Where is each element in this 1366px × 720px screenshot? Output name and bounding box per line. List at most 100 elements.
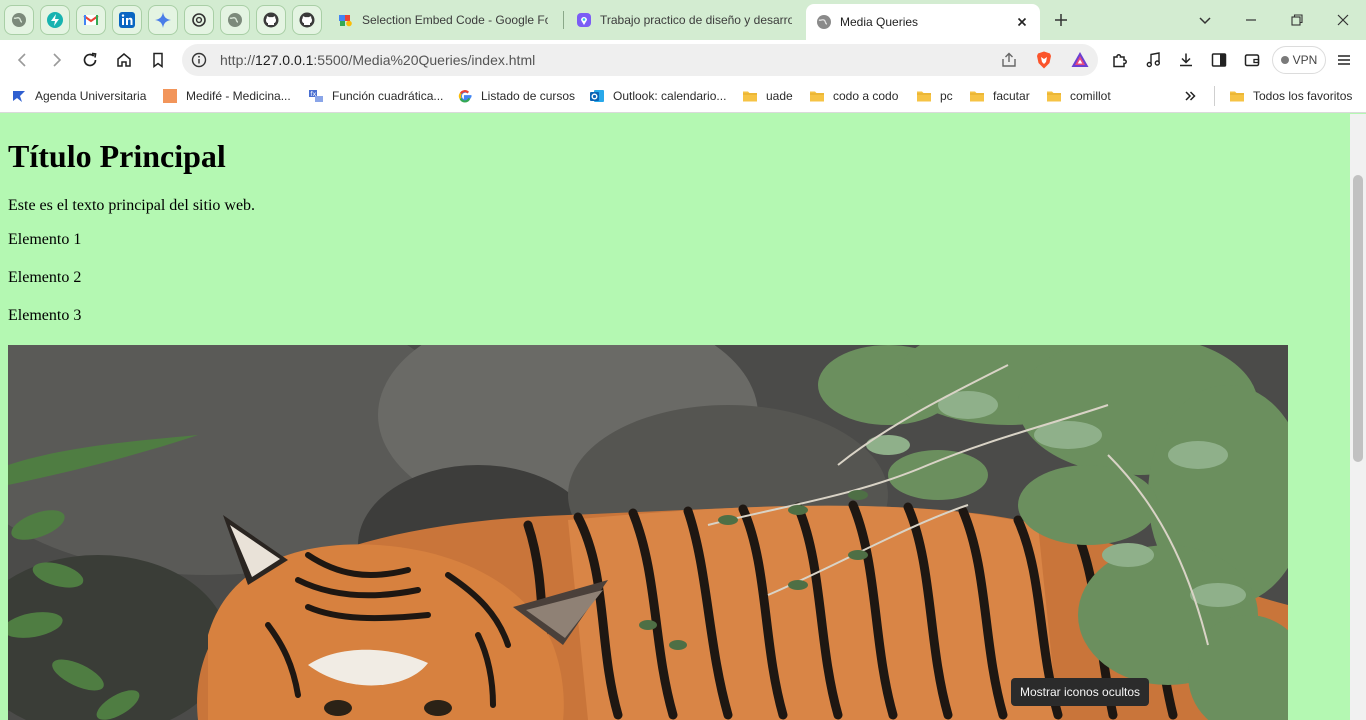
brave-rewards-icon[interactable] xyxy=(1070,50,1090,70)
pinned-tab-2[interactable] xyxy=(40,5,70,35)
bookmark-funcion-cuadratica[interactable]: fx Función cuadrática... xyxy=(308,86,443,106)
tab-media-queries[interactable]: Media Queries xyxy=(806,4,1040,40)
more-bookmarks-button[interactable] xyxy=(1180,86,1200,106)
puzzle-icon xyxy=(1113,54,1127,68)
close-icon xyxy=(1337,14,1349,26)
page-scrollbar[interactable] xyxy=(1350,114,1366,720)
sparkle-icon xyxy=(155,12,171,28)
gmail-icon xyxy=(83,15,99,25)
close-tab-icon[interactable] xyxy=(1014,14,1030,30)
pinned-tab-gemini[interactable] xyxy=(148,5,178,35)
github-icon xyxy=(263,12,279,28)
tab-trabajo-practico[interactable]: Trabajo practico de diseño y desarrollo xyxy=(566,5,802,35)
bookmarks-bar: Agenda Universitaria Medifé - Medicina..… xyxy=(0,80,1366,113)
scrollbar-thumb[interactable] xyxy=(1353,175,1363,462)
browser-toolbar: http://127.0.0.1:5500/Media%20Queries/in… xyxy=(0,40,1366,80)
url-path: :5500/Media%20Queries/index.html xyxy=(313,52,536,68)
medife-icon xyxy=(163,89,177,103)
vpn-button[interactable]: VPN xyxy=(1272,46,1326,74)
bookmark-label: comillot xyxy=(1070,89,1111,103)
bookmark-label: codo a codo xyxy=(833,89,899,103)
globe-icon xyxy=(817,15,831,29)
intro-text: Este es el texto principal del sitio web… xyxy=(8,197,256,214)
bookmark-icon xyxy=(153,52,163,68)
forward-button[interactable] xyxy=(44,48,68,72)
extensions-button[interactable] xyxy=(1108,48,1132,72)
list-item-3: Elemento 3 xyxy=(8,307,82,324)
folder-icon xyxy=(743,91,757,102)
pinned-tab-linkedin[interactable] xyxy=(112,5,142,35)
outlook-icon xyxy=(590,90,604,102)
page-title: Título Principal xyxy=(8,138,226,174)
sidebar-button[interactable] xyxy=(1207,48,1231,72)
bookmark-folder-codo-a-codo[interactable]: codo a codo xyxy=(809,86,898,106)
pinned-tab-gmail[interactable] xyxy=(76,5,106,35)
reload-icon xyxy=(83,52,97,67)
linkedin-icon xyxy=(119,12,135,28)
bookmark-folder-comillot[interactable]: comillot xyxy=(1046,86,1111,106)
tiger-image xyxy=(8,345,1288,720)
arrow-left-icon xyxy=(17,53,26,67)
folder-icon xyxy=(1230,91,1244,102)
bookmark-agenda-universitaria[interactable]: Agenda Universitaria xyxy=(11,86,146,106)
svg-text:fx: fx xyxy=(310,90,316,98)
tab-divider xyxy=(563,11,564,29)
home-button[interactable] xyxy=(112,48,136,72)
url-text[interactable]: http://127.0.0.1:5500/Media%20Queries/in… xyxy=(220,52,535,68)
google-fonts-icon xyxy=(339,15,352,27)
pinned-tab-7[interactable] xyxy=(220,5,250,35)
pinned-tab-github-1[interactable] xyxy=(256,5,286,35)
tab-search-button[interactable] xyxy=(1193,8,1217,32)
bookmark-folder-facutar[interactable]: facutar xyxy=(969,86,1030,106)
plus-icon xyxy=(1055,14,1067,26)
restore-icon xyxy=(1291,14,1303,26)
double-chevron-right-icon xyxy=(1185,91,1196,101)
folder-icon xyxy=(1047,91,1061,102)
site-info-icon[interactable] xyxy=(191,52,207,68)
bookmark-label: Listado de cursos xyxy=(481,89,576,103)
tiger-photo xyxy=(8,345,1288,720)
bookmark-folder-all-favorites[interactable]: Todos los favoritos xyxy=(1229,86,1352,106)
pinned-tab-github-2[interactable] xyxy=(292,5,322,35)
pinned-tab-chatgpt[interactable] xyxy=(184,5,214,35)
bookmark-button[interactable] xyxy=(146,48,170,72)
openai-icon xyxy=(192,13,206,27)
close-window-button[interactable] xyxy=(1331,8,1355,32)
wallet-button[interactable] xyxy=(1240,48,1264,72)
wallet-icon xyxy=(1244,54,1260,67)
chevron-down-icon xyxy=(1199,17,1211,25)
tooltip: Mostrar iconos ocultos xyxy=(1011,678,1150,706)
tab-strip: Selection Embed Code - Google Fonts Trab… xyxy=(0,0,1366,40)
list-item-2: Elemento 2 xyxy=(8,269,82,286)
back-button[interactable] xyxy=(11,48,35,72)
bookmark-label: Todos los favoritos xyxy=(1253,89,1353,103)
bookmark-medife[interactable]: Medifé - Medicina... xyxy=(162,86,291,106)
vpn-status-dot xyxy=(1280,56,1289,64)
url-scheme: http:// xyxy=(220,52,256,68)
new-tab-button[interactable] xyxy=(1049,8,1073,32)
brave-shields-icon[interactable] xyxy=(1034,50,1054,70)
bookmark-listado-de-cursos[interactable]: Listado de cursos xyxy=(457,86,575,106)
bookmark-label: Outlook: calendario... xyxy=(613,89,727,103)
arrow-right-icon xyxy=(53,53,62,67)
media-button[interactable] xyxy=(1141,48,1165,72)
bookmark-label: Medifé - Medicina... xyxy=(186,89,291,103)
share-icon[interactable] xyxy=(1000,51,1018,69)
minimize-button[interactable] xyxy=(1239,8,1263,32)
minimize-icon xyxy=(1246,19,1256,21)
bookmark-folder-pc[interactable]: pc xyxy=(916,86,953,106)
menu-button[interactable] xyxy=(1332,48,1356,72)
canva-icon xyxy=(577,13,591,27)
folder-icon xyxy=(970,91,984,102)
bookmark-outlook[interactable]: Outlook: calendario... xyxy=(589,86,726,106)
restore-button[interactable] xyxy=(1285,8,1309,32)
downloads-button[interactable] xyxy=(1174,48,1198,72)
home-icon xyxy=(117,53,131,67)
bookmark-label: uade xyxy=(766,89,793,103)
bookmark-folder-uade[interactable]: uade xyxy=(742,86,793,106)
address-bar[interactable]: http://127.0.0.1:5500/Media%20Queries/in… xyxy=(182,44,1098,76)
tab-google-fonts[interactable]: Selection Embed Code - Google Fonts xyxy=(328,5,558,35)
vpn-label: VPN xyxy=(1292,53,1318,67)
reload-button[interactable] xyxy=(78,48,102,72)
pinned-tab-1[interactable] xyxy=(4,5,34,35)
